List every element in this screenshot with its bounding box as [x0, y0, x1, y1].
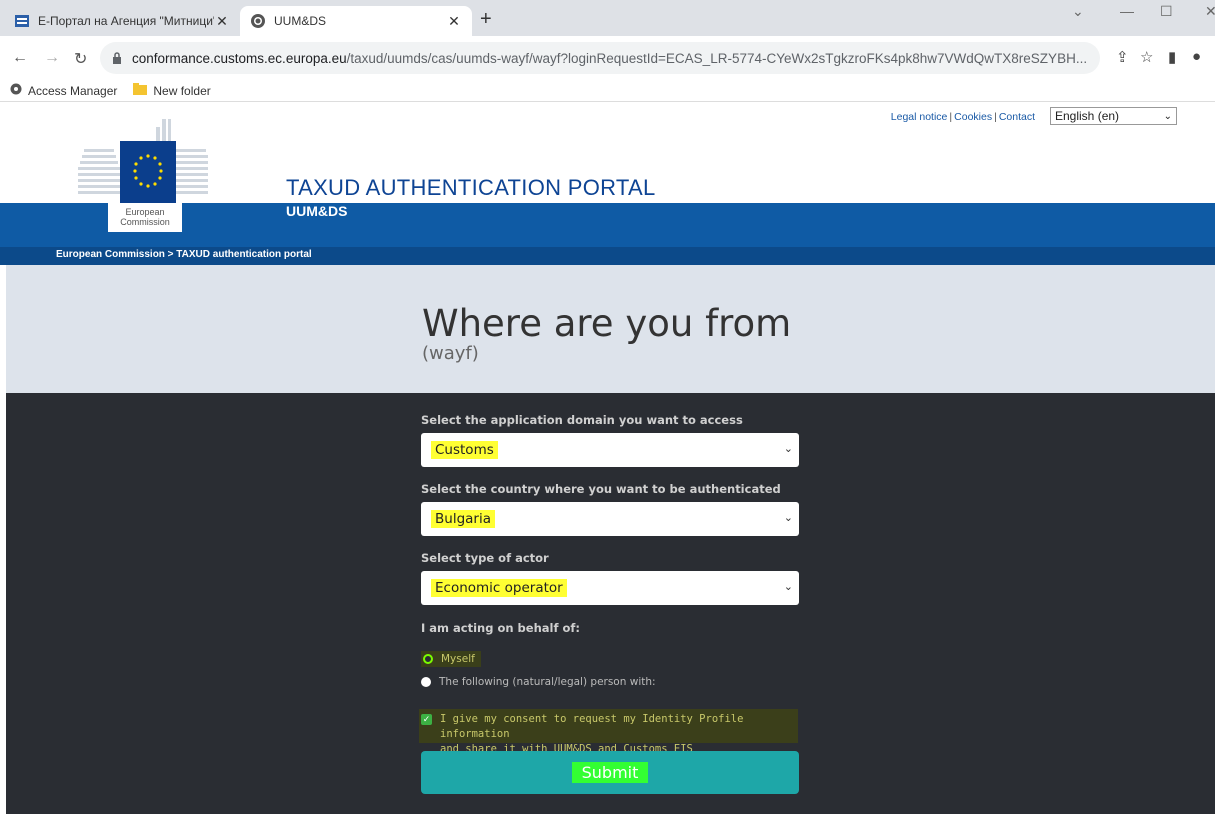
browser-tab-customs-portal[interactable]: Е-Портал на Агенция "Митници" ✕ [4, 6, 240, 36]
chevron-down-icon: ⌄ [1163, 110, 1172, 122]
back-icon[interactable]: ← [12, 49, 28, 67]
globe-icon [10, 83, 22, 98]
cookies-link[interactable]: Cookies [954, 111, 992, 123]
close-icon[interactable]: ✕ [214, 13, 230, 30]
portal-title: TAXUD AUTHENTICATION PORTAL [286, 175, 656, 200]
url-host: conformance.customs.ec.europa.eu [132, 50, 347, 66]
new-tab-button[interactable]: + [480, 9, 492, 29]
browser-tab-uumds[interactable]: UUM&DS ✕ [240, 6, 472, 36]
logo-text-line2: Commission [120, 217, 170, 227]
header-blue-band [0, 203, 1215, 247]
actor-select[interactable]: Economic operator ⌄ [421, 571, 799, 605]
radio-other-person[interactable]: The following (natural/legal) person wit… [421, 676, 656, 688]
bookmarks-bar: Access Manager New folder [0, 80, 1215, 102]
page-title: Where are you from [422, 302, 792, 345]
chevron-down-icon: ⌄ [783, 512, 793, 524]
behalf-label: I am acting on behalf of: [421, 621, 580, 635]
reload-icon[interactable]: ↻ [74, 49, 87, 69]
portal-subtitle: UUM&DS [286, 203, 348, 219]
tab-label: Е-Портал на Агенция "Митници" [38, 14, 214, 28]
country-select[interactable]: Bulgaria ⌄ [421, 502, 799, 536]
share-icon[interactable]: ⇪ [1116, 48, 1129, 66]
consent-checkbox[interactable]: ✓ [421, 714, 432, 725]
actor-value: Economic operator [431, 579, 567, 597]
side-panel-icon[interactable]: ▮ [1168, 48, 1176, 66]
close-icon[interactable]: ✕ [446, 13, 462, 30]
folder-icon [133, 83, 148, 98]
radio-unselected-icon [421, 677, 431, 687]
chevron-down-icon: ⌄ [783, 443, 793, 455]
legal-notice-link[interactable]: Legal notice [891, 111, 948, 123]
customs-favicon-icon [14, 13, 30, 29]
browser-tab-bar: Е-Портал на Агенция "Митници" ✕ UUM&DS ✕… [0, 0, 1215, 36]
radio-other-label: The following (natural/legal) person wit… [439, 676, 656, 688]
country-value: Bulgaria [431, 510, 495, 528]
actor-label: Select type of actor [421, 551, 549, 565]
address-bar-row: ← → ↻ conformance.customs.ec.europa.eu/t… [0, 36, 1215, 80]
domain-select[interactable]: Customs ⌄ [421, 433, 799, 467]
domain-label: Select the application domain you want t… [421, 413, 743, 427]
url-input[interactable]: conformance.customs.ec.europa.eu/taxud/u… [100, 42, 1100, 74]
radio-myself-label: Myself [441, 653, 475, 665]
lock-icon [113, 52, 121, 64]
page: European Commission Legal notice|Cookies… [0, 103, 1215, 814]
globe-icon [250, 13, 266, 29]
radio-selected-icon [423, 654, 433, 664]
submit-button[interactable]: Submit [421, 751, 799, 794]
bookmark-access-manager[interactable]: Access Manager [10, 83, 117, 98]
star-icon[interactable]: ☆ [1140, 48, 1153, 66]
bookmark-new-folder[interactable]: New folder [133, 83, 211, 98]
tab-search-icon[interactable]: ⌄ [1072, 3, 1084, 20]
language-select[interactable]: English (en) ⌄ [1050, 107, 1177, 125]
tab-label: UUM&DS [274, 14, 327, 28]
radio-myself[interactable]: Myself [421, 651, 481, 667]
maximize-icon[interactable]: ☐ [1160, 3, 1173, 20]
breadcrumb[interactable]: European Commission > TAXUD authenticati… [56, 249, 312, 260]
logo-text-line1: European [125, 207, 165, 217]
language-value: English (en) [1055, 109, 1120, 123]
page-subtitle: (wayf) [422, 343, 479, 364]
submit-label: Submit [571, 762, 649, 783]
forward-icon[interactable]: → [44, 49, 60, 67]
consent-line1: I give my consent to request my Identity… [440, 713, 744, 740]
profile-icon[interactable]: ● [1192, 48, 1201, 65]
url-path: /taxud/uumds/cas/uumds-wayf/wayf?loginRe… [346, 50, 1088, 66]
bookmark-label: Access Manager [28, 83, 118, 98]
country-label: Select the country where you want to be … [421, 482, 781, 496]
top-links: Legal notice | Cookies | Contact [890, 111, 1035, 123]
contact-link[interactable]: Contact [999, 111, 1035, 123]
minimize-icon[interactable]: — [1120, 3, 1134, 19]
logo-caption-text: European Commission [114, 207, 176, 227]
bookmark-label: New folder [153, 83, 211, 98]
domain-value: Customs [431, 441, 498, 459]
close-window-icon[interactable]: ✕ [1205, 3, 1215, 20]
chevron-down-icon: ⌄ [783, 581, 793, 593]
